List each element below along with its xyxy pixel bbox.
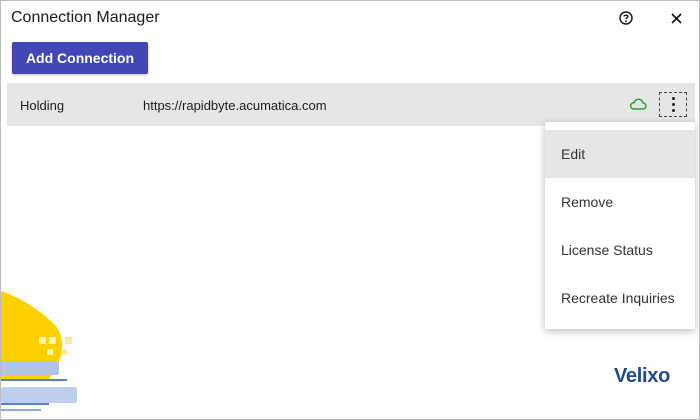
question-circle-icon: [619, 11, 633, 25]
dot: [671, 97, 675, 100]
menu-item-recreate-inquiries[interactable]: Recreate Inquiries: [545, 274, 695, 322]
context-menu: Edit Remove License Status Recreate Inqu…: [545, 122, 695, 329]
window-title: Connection Manager: [11, 9, 160, 26]
add-connection-button[interactable]: Add Connection: [12, 42, 148, 74]
more-options-button[interactable]: [659, 92, 687, 117]
menu-item-remove[interactable]: Remove: [545, 178, 695, 226]
close-icon: [670, 12, 682, 24]
menu-item-edit[interactable]: Edit: [545, 130, 695, 178]
connection-row[interactable]: Holding https://rapidbyte.acumatica.com: [7, 83, 695, 126]
dot: [671, 109, 675, 112]
dot: [671, 103, 675, 106]
cloud-icon: [629, 98, 647, 110]
menu-item-license-status[interactable]: License Status: [545, 226, 695, 274]
decorative-illustration: [1, 291, 77, 411]
velixo-logo: Velixo: [614, 365, 671, 387]
close-button[interactable]: [665, 7, 687, 29]
connection-url: https://rapidbyte.acumatica.com: [143, 98, 327, 113]
title-bar: Connection Manager: [1, 1, 699, 37]
connection-manager-window: Connection Manager Add Connection Holdin…: [0, 0, 700, 420]
connection-name: Holding: [20, 98, 65, 113]
help-button[interactable]: [615, 7, 637, 29]
